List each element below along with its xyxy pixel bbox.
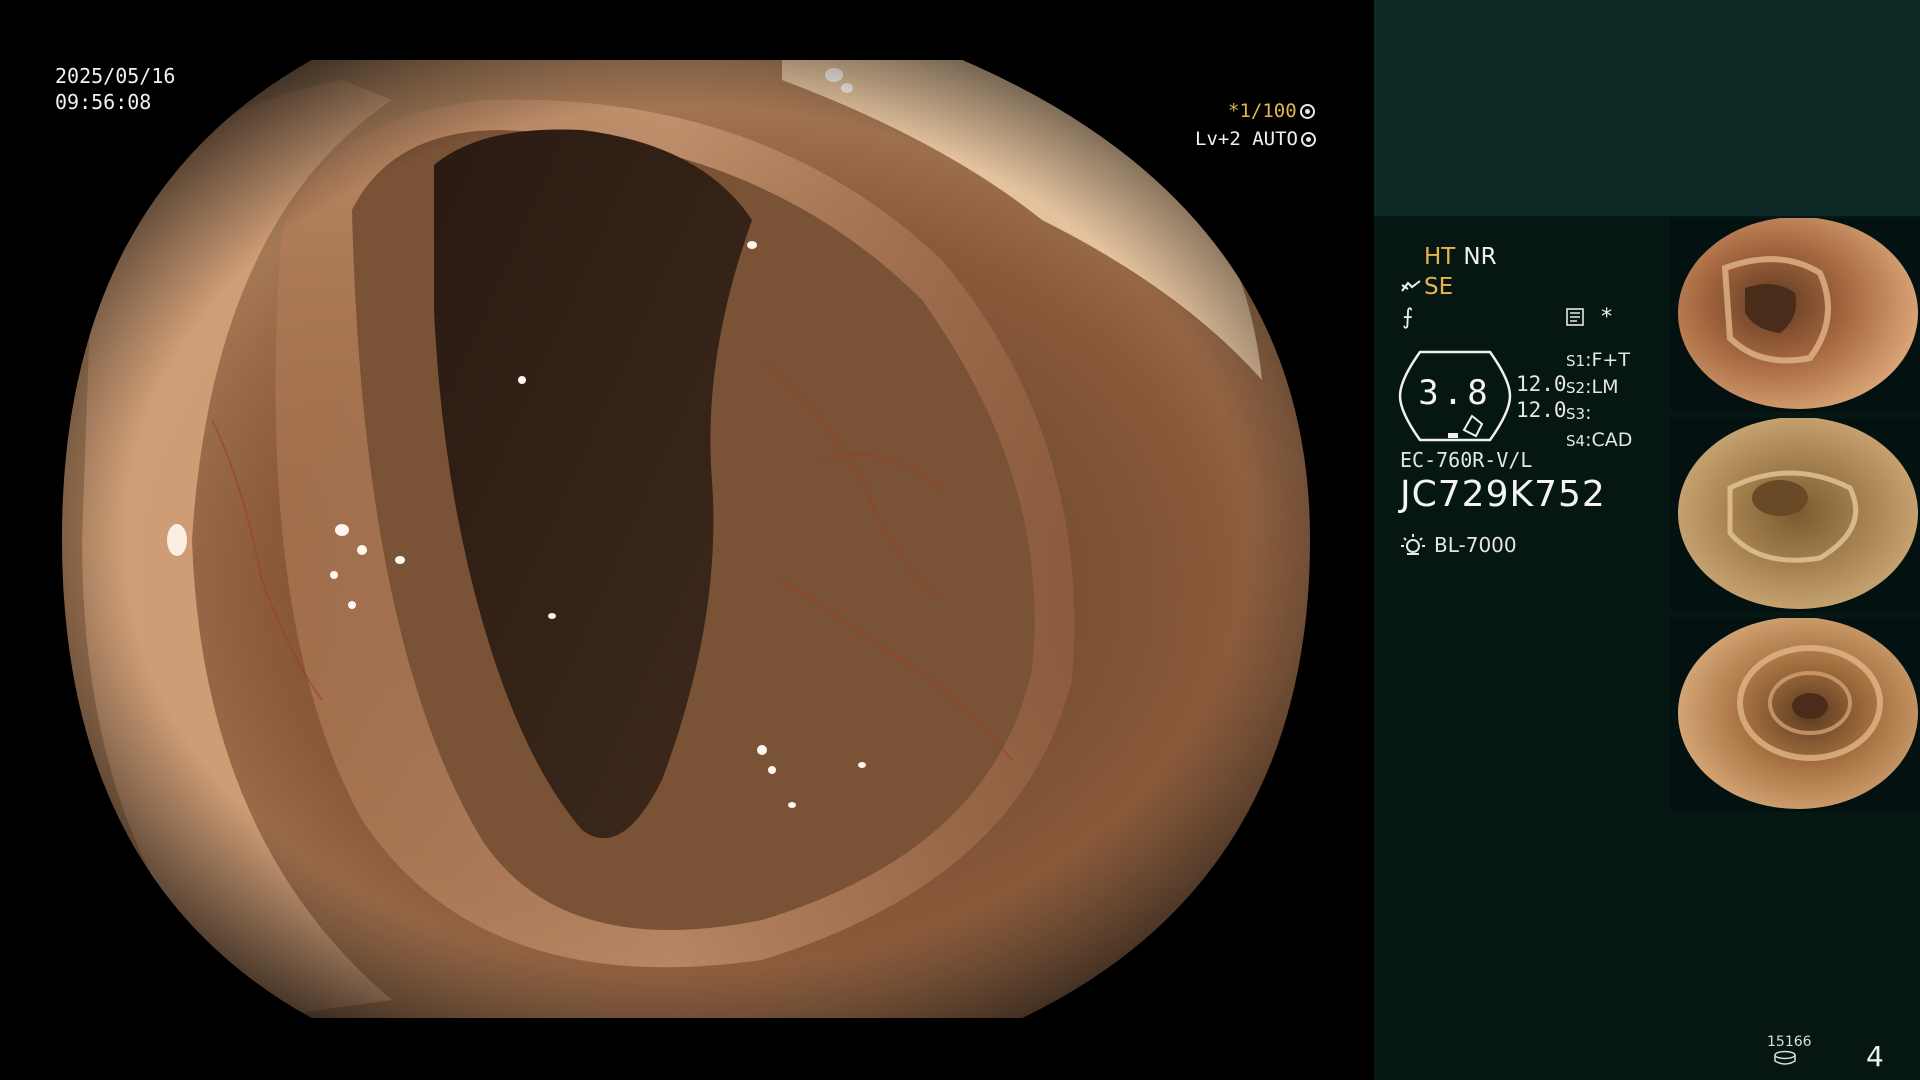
gauge-value: 3.8 [1418, 373, 1492, 413]
switch-row: S4:CAD [1566, 428, 1633, 451]
switch-row: S3: [1566, 402, 1592, 424]
se-label: SE [1424, 274, 1454, 300]
thumbnail[interactable] [1670, 218, 1920, 412]
page-number: 4 [1866, 1040, 1884, 1073]
switch-row: S1:F+T [1566, 349, 1630, 371]
lamp-icon [1401, 534, 1425, 555]
thumbnail[interactable] [1670, 418, 1920, 612]
shutter-readout: *1/100 [1228, 100, 1315, 122]
disk-icon [1774, 1050, 1796, 1065]
panel-header [1374, 0, 1920, 216]
endoscope-view [62, 60, 1310, 1018]
ht-nr-status: HT NR [1424, 244, 1497, 270]
memo-icon [1566, 308, 1584, 326]
thumbnail[interactable] [1670, 618, 1920, 812]
endoscopy-monitor: 2025/05/16 09:56:08 *1/100 Lv+2 AUTO HT N… [0, 0, 1920, 1080]
image-counter: 15166 [1767, 1034, 1812, 1050]
se-status: SE [1400, 274, 1453, 300]
shutter-text: *1/100 [1228, 100, 1297, 122]
scope-serial: JC729K752 [1400, 474, 1606, 515]
light-source-text: BL-7000 [1434, 533, 1517, 557]
se-icon [1401, 280, 1421, 292]
gauge-num-2: 12.0 [1516, 398, 1567, 422]
datetime-overlay: 2025/05/16 09:56:08 [55, 63, 175, 115]
gauge-num-1: 12.0 [1516, 372, 1567, 396]
shutter-icon [1299, 103, 1315, 119]
asterisk-mark: * [1600, 305, 1614, 330]
colon-image [62, 60, 1310, 1018]
nr-label: NR [1463, 244, 1497, 270]
time-text: 09:56:08 [55, 90, 152, 114]
ht-label: HT [1424, 244, 1456, 270]
auto-icon [1300, 131, 1316, 147]
enhance-icon: ⨍ [1402, 305, 1414, 330]
light-source: BL-7000 [1400, 532, 1517, 558]
switch-row: S2:LM [1566, 375, 1619, 398]
date-text: 2025/05/16 [55, 64, 176, 88]
scope-model: EC-760R-V/L [1400, 448, 1533, 472]
thumbnail-strip [1670, 218, 1920, 818]
switch-list: S1:F+T S2:LM S3: S4:CAD [1566, 348, 1632, 454]
level-text: Lv+2 AUTO [1195, 128, 1298, 150]
level-readout: Lv+2 AUTO [1195, 128, 1316, 150]
